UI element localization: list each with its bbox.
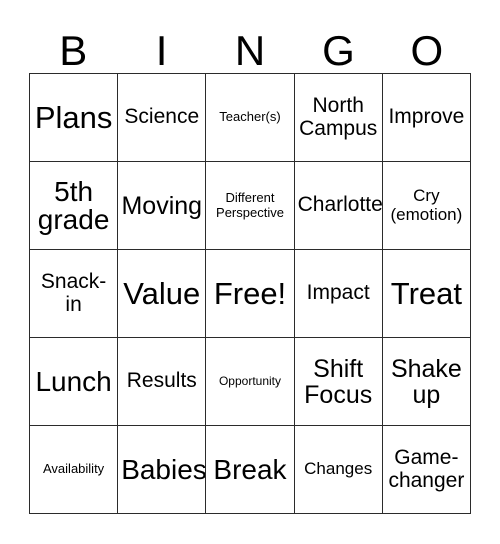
bingo-header-row: B I N G O: [29, 18, 471, 73]
bingo-header-letter-o: O: [410, 27, 444, 74]
bingo-cell-label: Impact: [306, 281, 370, 305]
bingo-cell-o2[interactable]: Cry (emotion): [382, 162, 471, 250]
bingo-cell-b3[interactable]: Snack- in: [30, 250, 119, 338]
bingo-cell-label: Game- changer: [388, 446, 465, 492]
bingo-cell-g1[interactable]: North Campus: [294, 74, 383, 162]
bingo-cell-label: Snack- in: [40, 270, 107, 316]
bingo-cell-o3[interactable]: Treat: [382, 250, 471, 338]
bingo-cell-label: Teacher(s): [219, 109, 281, 125]
bingo-cell-i5[interactable]: Babies: [118, 426, 207, 514]
bingo-cell-b1[interactable]: Plans: [30, 74, 119, 162]
bingo-cell-label: Shift Focus: [304, 354, 373, 409]
bingo-cell-n4[interactable]: Opportunity: [206, 338, 295, 426]
bingo-cell-g4[interactable]: Shift Focus: [294, 338, 383, 426]
bingo-header-letter-n: N: [234, 27, 266, 74]
bingo-cell-i3[interactable]: Value: [118, 250, 207, 338]
bingo-cell-o5[interactable]: Game- changer: [382, 426, 471, 514]
bingo-cell-label: Cry (emotion): [390, 186, 463, 224]
bingo-cell-label: Changes: [304, 459, 373, 479]
bingo-cell-i1[interactable]: Science: [118, 74, 207, 162]
bingo-cell-label: Charlotte: [297, 193, 383, 217]
bingo-cell-g5[interactable]: Changes: [294, 426, 383, 514]
bingo-free-space-label: Free!: [213, 276, 287, 311]
bingo-cell-label: Science: [124, 105, 200, 129]
bingo-cell-label: Babies: [121, 453, 207, 485]
bingo-cell-o1[interactable]: Improve: [382, 74, 471, 162]
bingo-header-letter-g: G: [322, 27, 355, 74]
bingo-cell-n5[interactable]: Break: [206, 426, 295, 514]
bingo-cell-free-space[interactable]: Free!: [206, 250, 295, 338]
bingo-header-letter-b: B: [59, 27, 88, 74]
bingo-card: B I N G O Plans Science Teacher(s) North…: [0, 0, 500, 544]
bingo-cell-i2[interactable]: Moving: [118, 162, 207, 250]
bingo-grid: Plans Science Teacher(s) North Campus Im…: [29, 73, 471, 514]
bingo-cell-label: Plans: [34, 100, 113, 135]
bingo-cell-label: Moving: [121, 191, 203, 220]
bingo-cell-label: Break: [213, 453, 287, 485]
bingo-cell-n1[interactable]: Teacher(s): [206, 74, 295, 162]
bingo-cell-o4[interactable]: Shake up: [382, 338, 471, 426]
bingo-cell-label: Results: [126, 369, 197, 393]
bingo-cell-label: Value: [123, 276, 201, 311]
bingo-cell-label: Shake up: [390, 354, 462, 409]
bingo-cell-label: Different Perspective: [216, 189, 284, 220]
bingo-cell-b4[interactable]: Lunch: [30, 338, 119, 426]
bingo-cell-b5[interactable]: Availability: [30, 426, 119, 514]
bingo-cell-g2[interactable]: Charlotte: [294, 162, 383, 250]
bingo-cell-g3[interactable]: Impact: [294, 250, 383, 338]
bingo-cell-label: Opportunity: [218, 373, 282, 388]
bingo-cell-label: Availability: [43, 461, 105, 477]
bingo-cell-n2[interactable]: Different Perspective: [206, 162, 295, 250]
bingo-cell-label: 5th grade: [37, 175, 110, 235]
bingo-header-letter-i: I: [155, 27, 168, 74]
bingo-cell-i4[interactable]: Results: [118, 338, 207, 426]
bingo-cell-label: Improve: [388, 105, 465, 129]
bingo-cell-b2[interactable]: 5th grade: [30, 162, 119, 250]
bingo-cell-label: Treat: [390, 276, 462, 311]
bingo-cell-label: North Campus: [299, 94, 378, 140]
bingo-cell-label: Lunch: [35, 365, 112, 397]
